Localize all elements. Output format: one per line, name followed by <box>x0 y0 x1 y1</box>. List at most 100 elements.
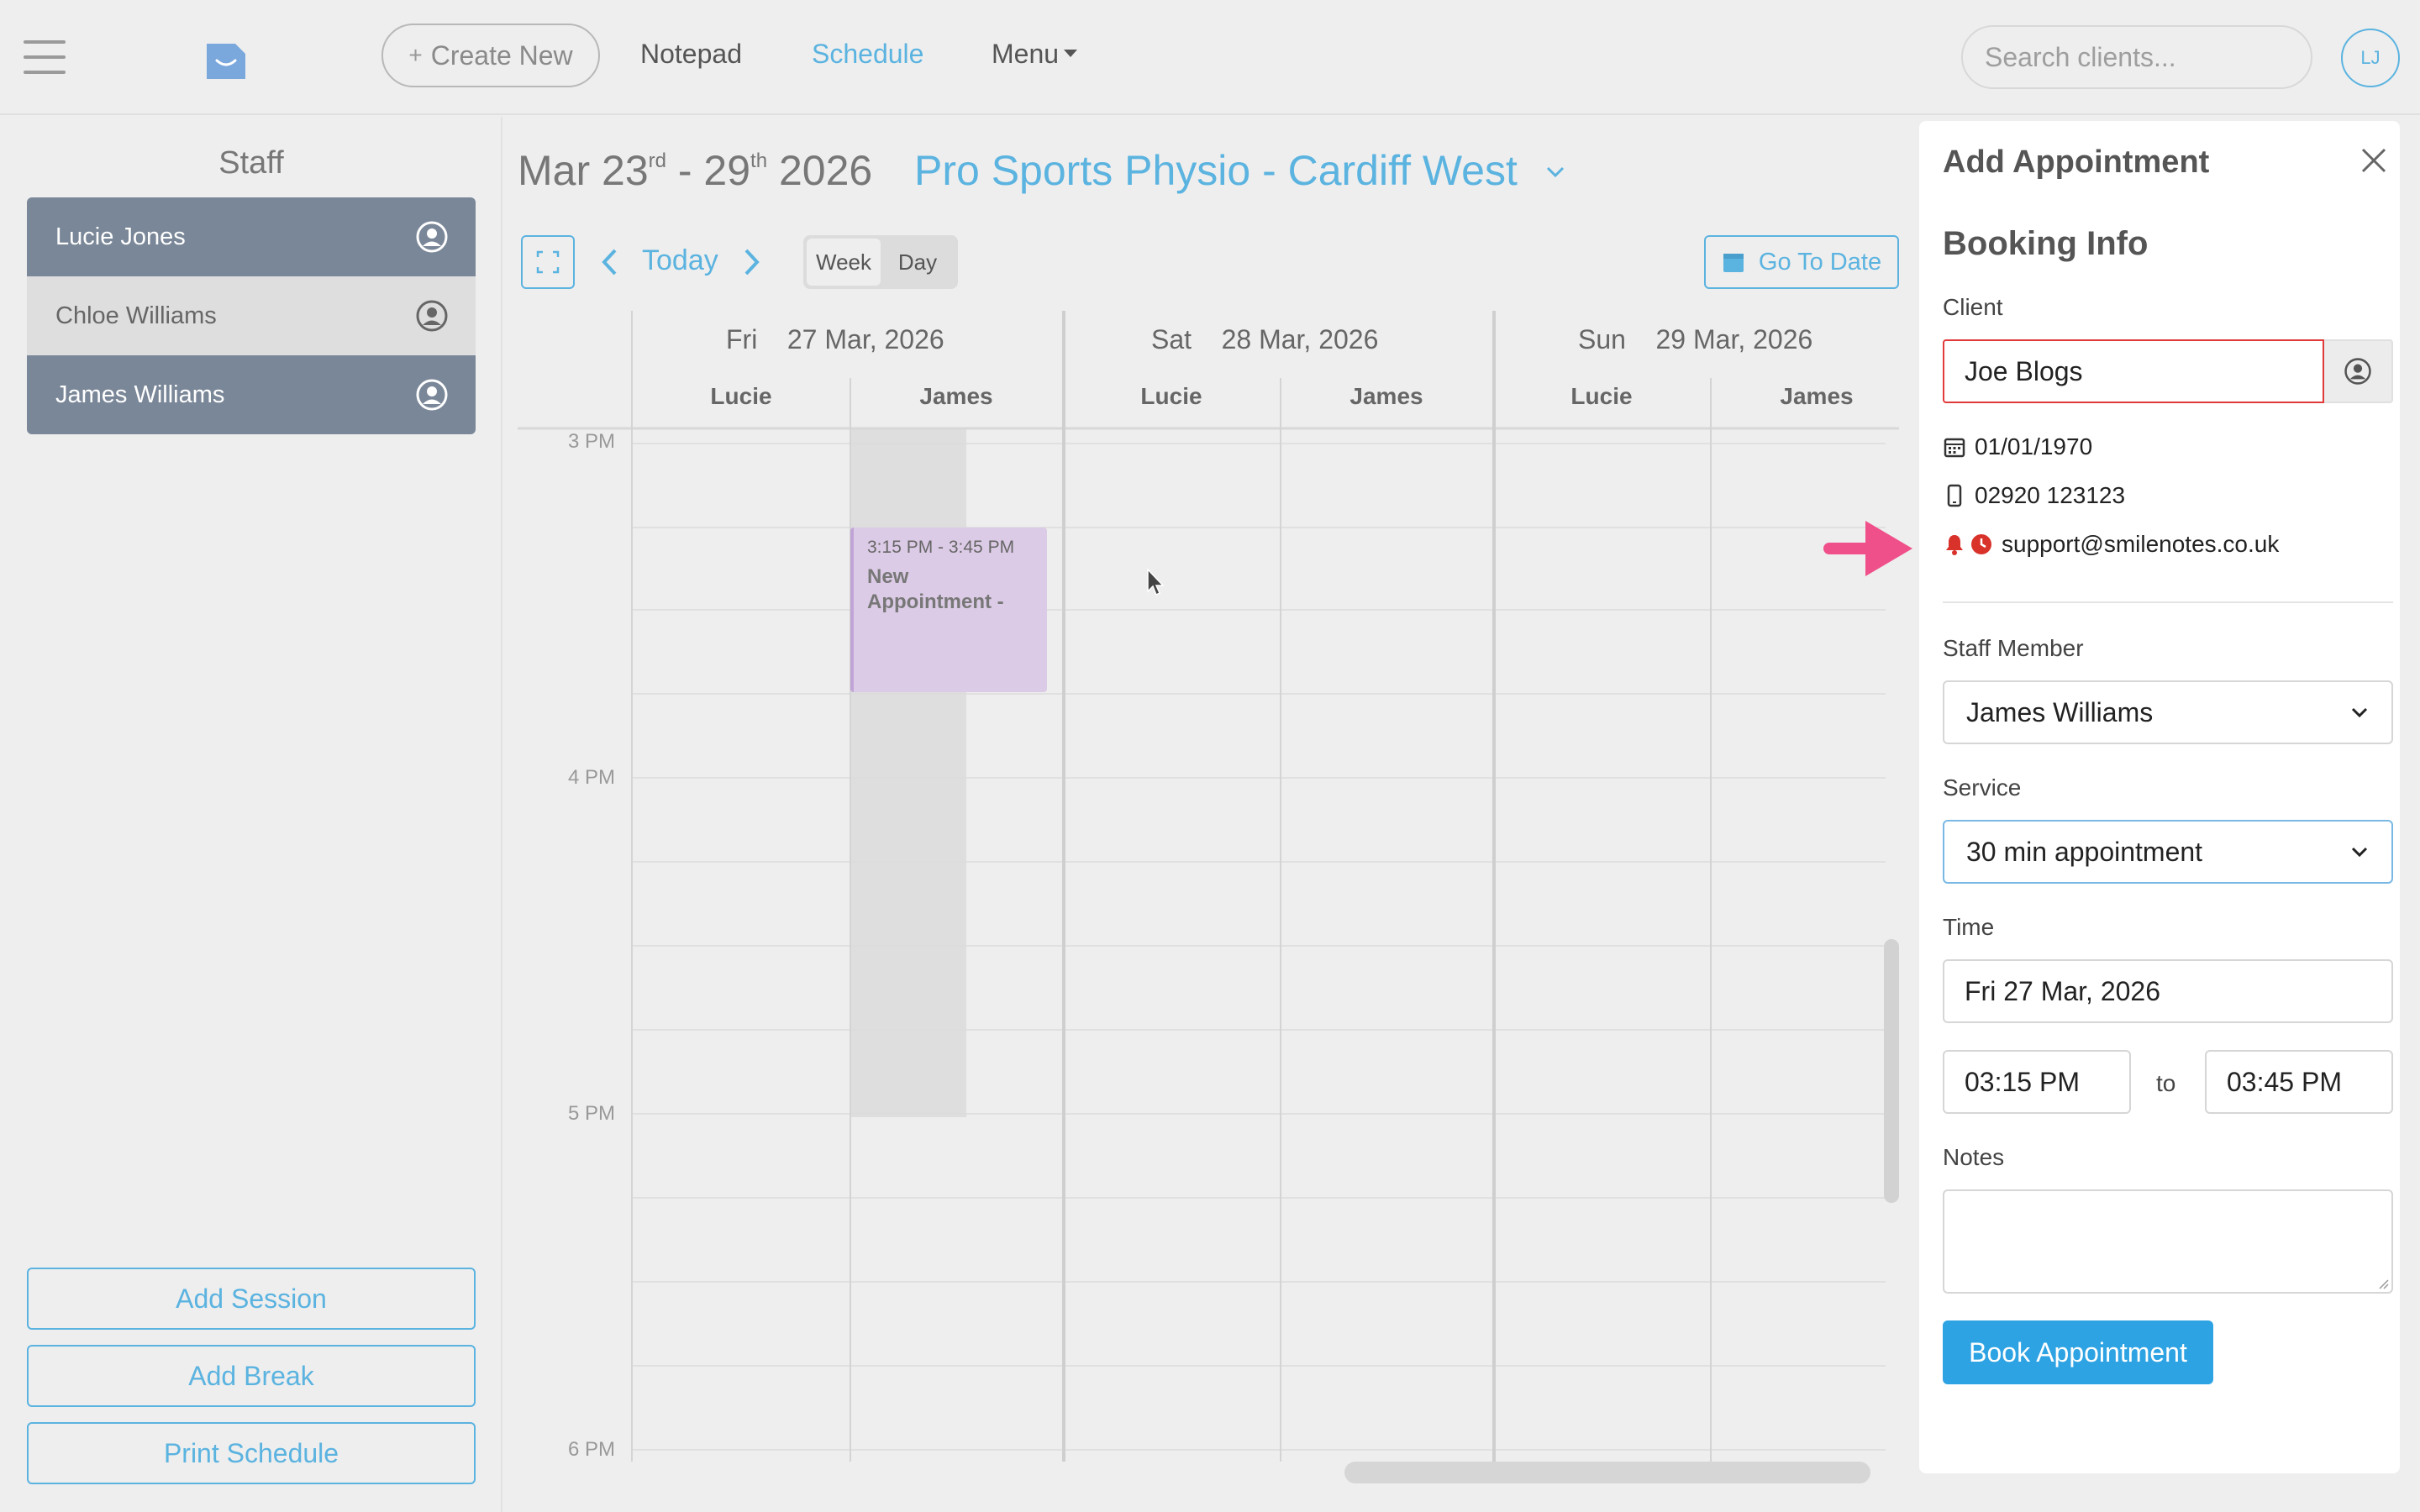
panel-title: Add Appointment <box>1943 144 2210 180</box>
add-appointment-panel: Add Appointment Booking Info Client 01/0… <box>1919 121 2400 1473</box>
app-logo-icon[interactable] <box>205 39 247 81</box>
clock-icon <box>1971 534 1991 554</box>
vertical-scrollbar[interactable] <box>1884 939 1899 1203</box>
range-end-suffix: th <box>750 150 768 172</box>
add-break-button[interactable]: Add Break <box>27 1345 476 1407</box>
day-dow: Sat <box>1151 324 1192 354</box>
print-schedule-button[interactable]: Print Schedule <box>27 1422 476 1484</box>
hamburger-menu-icon[interactable] <box>24 40 66 74</box>
create-new-label: Create New <box>430 39 573 71</box>
staff-column-header: Lucie <box>1140 383 1202 409</box>
client-input[interactable] <box>1943 339 2324 403</box>
client-email-value[interactable]: support@smilenotes.co.uk <box>2002 531 2279 558</box>
client-profile-button[interactable] <box>2324 339 2393 403</box>
end-time-input[interactable] <box>2205 1050 2393 1114</box>
today-button[interactable]: Today <box>642 244 718 277</box>
view-day-button[interactable]: Day <box>881 239 955 286</box>
expand-icon <box>536 250 560 274</box>
staff-column-header: James <box>1349 383 1423 409</box>
add-session-button[interactable]: Add Session <box>27 1268 476 1330</box>
day-date: 29 Mar, 2026 <box>1655 324 1813 354</box>
client-phone: 02920 123123 <box>1943 482 2125 509</box>
calendar-grid: Fri 27 Mar, 2026 Sat 28 Mar, 2026 Sun 29… <box>518 311 1899 1487</box>
chevron-down-icon[interactable] <box>1543 160 1568 185</box>
user-avatar[interactable]: LJ <box>2341 29 2400 87</box>
time-label: 5 PM <box>568 1102 616 1125</box>
go-to-date-button[interactable]: Go To Date <box>1704 235 1899 289</box>
time-label: 6 PM <box>568 1438 616 1461</box>
staff-column-header: Lucie <box>1570 383 1633 409</box>
time-label: 3 PM <box>568 430 616 453</box>
service-select[interactable]: 30 min appointment <box>1943 820 2393 884</box>
client-dob: 01/01/1970 <box>1943 433 2092 460</box>
service-value: 30 min appointment <box>1966 836 2203 867</box>
nav-menu-dropdown[interactable]: Menu <box>992 39 1078 70</box>
appointment-time: 3:15 PM - 3:45 PM <box>867 538 1015 557</box>
client-email: support@smilenotes.co.uk <box>1943 531 2279 558</box>
staff-name: Lucie Jones <box>55 223 186 250</box>
close-icon[interactable] <box>2360 146 2388 175</box>
user-circle-icon <box>416 379 448 411</box>
plus-icon: + <box>408 42 423 68</box>
chevron-right-icon[interactable] <box>739 245 765 279</box>
range-year: 2026 <box>778 147 873 194</box>
user-circle-icon <box>416 300 448 332</box>
range-start-suffix: rd <box>648 150 666 172</box>
staff-item-james-williams[interactable]: James Williams <box>27 355 476 434</box>
day-header-sat: Sat 28 Mar, 2026 <box>1151 324 1378 355</box>
date-input[interactable] <box>1943 959 2393 1023</box>
staff-member-value: James Williams <box>1966 696 2154 727</box>
nav-schedule[interactable]: Schedule <box>812 39 923 70</box>
arrow-right-icon <box>1823 521 1912 576</box>
day-header-fri: Fri 27 Mar, 2026 <box>726 324 944 355</box>
bell-icon <box>1946 535 1963 555</box>
staff-list: Lucie Jones Chloe Williams James William… <box>27 197 476 434</box>
go-to-date-label: Go To Date <box>1758 248 1882 276</box>
appointment-title: New Appointment - <box>867 565 1004 613</box>
nav-menu-label: Menu <box>992 39 1060 69</box>
chevron-down-icon <box>2351 707 2368 718</box>
fullscreen-button[interactable] <box>521 235 575 289</box>
client-label: Client <box>1943 294 2003 320</box>
range-end-day: 29 <box>703 147 751 194</box>
location-selector[interactable]: Pro Sports Physio - Cardiff West <box>914 146 1518 195</box>
day-header-sun: Sun 29 Mar, 2026 <box>1578 324 1812 355</box>
chevron-down-icon <box>2351 847 2368 858</box>
staff-item-chloe-williams[interactable]: Chloe Williams <box>27 276 476 355</box>
staff-name: James Williams <box>55 381 225 408</box>
notes-label: Notes <box>1943 1144 2005 1170</box>
create-new-button[interactable]: + Create New <box>381 24 600 87</box>
day-date: 27 Mar, 2026 <box>786 324 944 354</box>
mouse-cursor-icon <box>1147 568 1165 596</box>
time-label: 4 PM <box>568 766 616 789</box>
service-label: Service <box>1943 774 2022 801</box>
view-toggle: Week Day <box>803 235 958 289</box>
staff-item-lucie-jones[interactable]: Lucie Jones <box>27 197 476 276</box>
time-to-label: to <box>2156 1070 2176 1096</box>
client-dob-value: 01/01/1970 <box>1975 433 2093 459</box>
search-clients-input[interactable] <box>1961 25 2312 89</box>
book-appointment-button[interactable]: Book Appointment <box>1943 1320 2213 1384</box>
staff-member-select[interactable]: James Williams <box>1943 680 2393 744</box>
day-dow: Fri <box>726 324 758 354</box>
notes-textarea[interactable] <box>1943 1189 2393 1294</box>
nav-notepad[interactable]: Notepad <box>640 39 742 70</box>
view-week-button[interactable]: Week <box>807 239 881 286</box>
chevron-left-icon[interactable] <box>597 245 622 279</box>
start-time-input[interactable] <box>1943 1050 2131 1114</box>
calendar-icon <box>1944 438 1965 458</box>
staff-title: Staff <box>218 145 284 181</box>
staff-sidebar: Staff Lucie Jones Chloe Williams James W… <box>0 117 502 1512</box>
staff-column-header: James <box>1780 383 1854 409</box>
user-circle-icon <box>416 221 448 253</box>
day-dow: Sun <box>1578 324 1626 354</box>
calendar-gridlines <box>518 311 1899 1462</box>
time-label: Time <box>1943 914 1995 940</box>
staff-column-header: James <box>919 383 993 409</box>
client-phone-value: 02920 123123 <box>1975 482 2126 508</box>
appointment-block[interactable]: 3:15 PM - 3:45 PM New Appointment - <box>850 528 1047 692</box>
resize-grip-icon[interactable] <box>2376 1277 2390 1290</box>
staff-name: Chloe Williams <box>55 302 217 329</box>
calendar-icon <box>1723 254 1744 272</box>
horizontal-scrollbar[interactable] <box>1344 1462 1870 1483</box>
